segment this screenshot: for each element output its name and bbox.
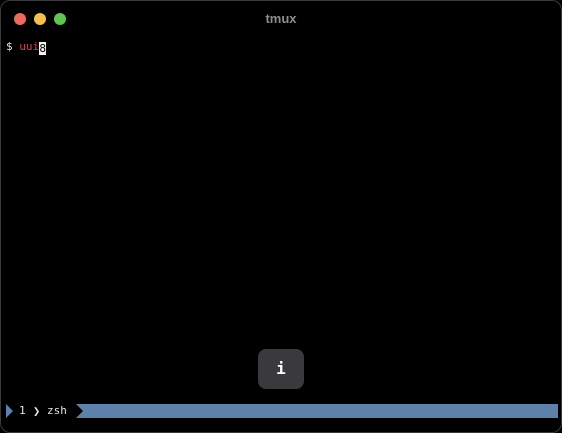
title-bar[interactable]: tmux [1,1,561,37]
window-index[interactable]: 1 [19,404,26,418]
window-title: tmux [265,11,297,26]
text-cursor: 8 [39,42,47,55]
status-bar-fill [76,404,558,418]
terminal-window: tmux $ uui8 i 1 ❯ zsh [0,0,562,433]
terminal-content[interactable]: $ uui8 [6,40,47,55]
mode-indicator-hud: i [258,349,304,389]
tmux-status-bar: 1 ❯ zsh [4,404,558,418]
window-name[interactable]: zsh [47,404,67,418]
chevron-right-icon: ❯ [33,404,41,418]
typed-command: uui [19,40,40,53]
status-arrow-icon [6,404,13,418]
shell-prompt: $ [6,40,20,53]
